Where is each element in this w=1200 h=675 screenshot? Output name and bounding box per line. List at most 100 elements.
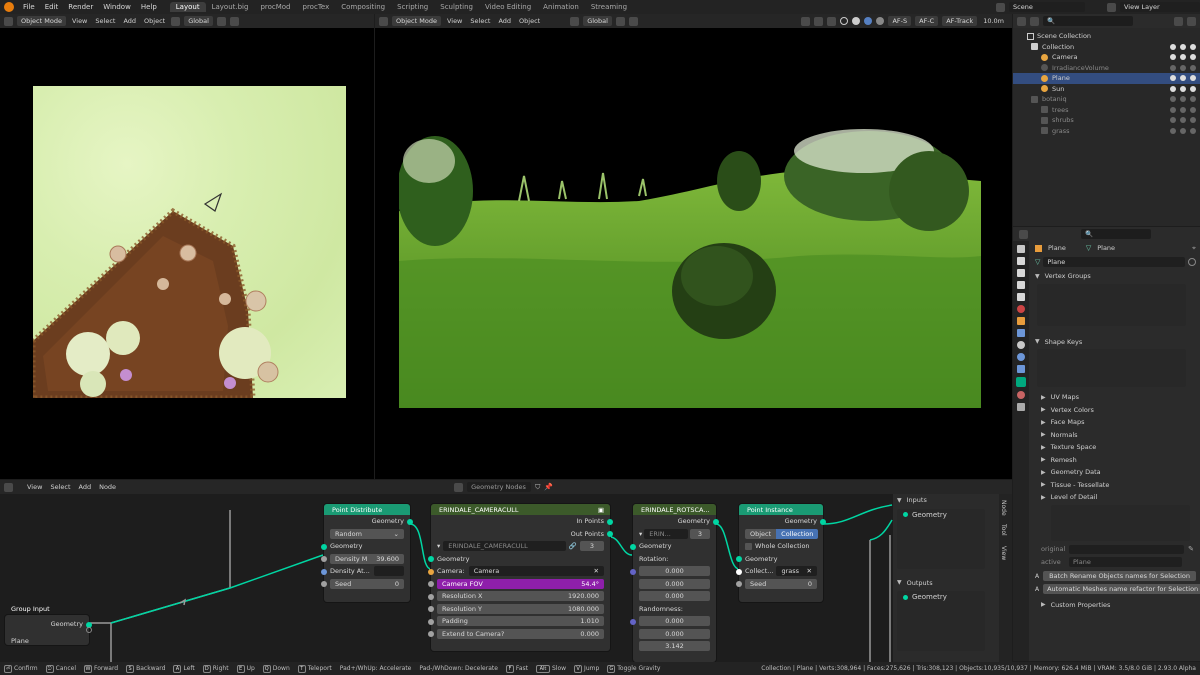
point-instance-header[interactable]: Point Instance <box>739 504 823 515</box>
socket-res-y-in[interactable] <box>428 606 434 612</box>
outliner-item[interactable]: Plane <box>1013 73 1200 84</box>
editor-type-icon[interactable] <box>1019 229 1028 239</box>
active-field[interactable]: Plane <box>1069 557 1182 567</box>
menu-file[interactable]: File <box>18 3 40 11</box>
panel-outputs[interactable]: ▼ Outputs <box>893 577 999 590</box>
lod-list[interactable] <box>1051 504 1190 541</box>
density-attribute-field[interactable] <box>373 566 404 577</box>
sidebar-tab-tool[interactable]: Tool <box>1000 524 1007 536</box>
socket-seed-in[interactable] <box>321 581 327 587</box>
menu-view[interactable]: View <box>445 17 464 25</box>
outliner-item[interactable]: grass <box>1013 126 1200 137</box>
select-toggle-icon[interactable] <box>1170 54 1176 61</box>
menu-select[interactable]: Select <box>93 17 117 25</box>
point-distribute-header[interactable]: Point Distribute <box>324 504 410 515</box>
clear-icon[interactable]: ✕ <box>594 567 599 575</box>
filter-icon[interactable] <box>1174 16 1183 26</box>
visibility-toggle-icon[interactable] <box>1180 96 1186 103</box>
visibility-toggle-icon[interactable] <box>1180 117 1186 124</box>
snap-icon[interactable] <box>615 16 625 26</box>
visibility-toggle-icon[interactable] <box>1180 54 1186 61</box>
shading-wireframe-icon[interactable] <box>840 17 849 25</box>
seed-field[interactable]: Seed 0 <box>330 578 404 589</box>
visibility-toggle-icon[interactable] <box>1180 127 1186 134</box>
panel-remesh[interactable]: ▶ Remesh <box>1031 454 1200 467</box>
outliner-item[interactable]: shrubs <box>1013 115 1200 126</box>
panel-texture-space[interactable]: ▶ Texture Space <box>1031 441 1200 454</box>
select-toggle-icon[interactable] <box>1170 117 1176 124</box>
shape-keys-list[interactable] <box>1037 349 1186 387</box>
menu-select[interactable]: Select <box>468 17 492 25</box>
new-collection-icon[interactable] <box>1187 16 1196 26</box>
af-track-button[interactable]: AF-Track <box>942 16 978 26</box>
socket-geometry-in[interactable] <box>321 543 327 550</box>
shading-material-icon[interactable] <box>864 17 873 25</box>
visibility-toggle-icon[interactable] <box>1180 85 1186 92</box>
visibility-toggle-icon[interactable] <box>1180 75 1186 82</box>
camera-fov-field[interactable]: Camera FOV 54.4° <box>437 578 604 589</box>
properties-editor[interactable]: 🔍 Plane ▽ Plane ⌖ ▽ Plane ▼ Vertex Group… <box>1013 227 1200 661</box>
seed-field[interactable]: Seed 0 <box>745 578 817 589</box>
socket-geometry-out[interactable] <box>407 518 413 525</box>
socket-padding-in[interactable] <box>428 618 434 625</box>
socket-rotation-in[interactable] <box>630 568 636 575</box>
menu-object[interactable]: Object <box>142 17 167 25</box>
rotation-y-field[interactable]: 0.000 <box>639 578 710 589</box>
socket-randomness-in[interactable] <box>630 618 636 625</box>
tab-proctex[interactable]: procTex <box>297 2 336 12</box>
select-toggle-icon[interactable] <box>1170 127 1176 134</box>
sidebar-tab-view[interactable]: View <box>1000 546 1007 560</box>
socket-res-x-in[interactable] <box>428 593 434 600</box>
mode-selector[interactable]: Object Mode <box>17 16 66 26</box>
proportional-edit-icon[interactable] <box>628 16 638 26</box>
socket-seed-in[interactable] <box>736 581 742 587</box>
randomness-x-field[interactable]: 0.000 <box>639 616 710 627</box>
panel-inputs[interactable]: ▼ Inputs <box>893 494 999 507</box>
node-tree-browse-icon[interactable]: ▾ <box>437 542 440 550</box>
distribute-mode-dropdown[interactable]: Random ⌄ <box>330 528 404 539</box>
collection-field[interactable]: grass ✕ <box>776 566 817 577</box>
camera-viewport[interactable]: Object Mode View Select Add Object Globa… <box>375 14 1012 479</box>
scene-selector[interactable]: Scene <box>1009 2 1085 12</box>
af-c-button[interactable]: AF-C <box>915 16 939 26</box>
orientation-selector[interactable]: Global <box>184 16 213 26</box>
sidebar-tab-node[interactable]: Node <box>1000 500 1007 516</box>
socket-camera-in[interactable] <box>428 568 434 575</box>
outputs-list[interactable]: Geometry <box>897 591 985 651</box>
whole-collection-checkbox[interactable] <box>745 542 752 550</box>
eyedropper-icon[interactable]: ✎ <box>1188 545 1194 553</box>
mesh-browse-icon[interactable]: ▽ <box>1035 258 1040 266</box>
socket-extend-in[interactable] <box>428 631 434 637</box>
menu-window[interactable]: Window <box>98 3 136 11</box>
render-toggle-icon[interactable] <box>1190 127 1196 134</box>
shading-rendered-icon[interactable] <box>876 17 885 25</box>
menu-help[interactable]: Help <box>136 3 162 11</box>
visibility-toggle-icon[interactable] <box>1180 64 1186 71</box>
outliner-item[interactable]: botaniq <box>1013 94 1200 105</box>
pin-icon[interactable]: ⌖ <box>1192 244 1196 253</box>
resolution-x-field[interactable]: Resolution X 1920.000 <box>437 591 604 602</box>
data-tab-icon[interactable] <box>1016 377 1026 387</box>
original-field[interactable] <box>1069 544 1185 554</box>
camera-cull-node[interactable]: ERINDALE_CAMERACULL ▣ In Points Out Poin… <box>428 504 613 651</box>
tab-animation[interactable]: Animation <box>537 2 585 12</box>
panel-shape-keys[interactable]: ▼ Shape Keys <box>1031 336 1200 349</box>
view-layer-selector[interactable]: View Layer <box>1120 2 1200 12</box>
outliner-item[interactable]: Camera <box>1013 52 1200 63</box>
camera-object-field[interactable]: Camera ✕ <box>468 566 604 577</box>
view-layer-icon[interactable] <box>1107 2 1116 12</box>
visibility-toggle-icon[interactable] <box>1180 43 1186 50</box>
inputs-geometry[interactable]: Geometry <box>912 511 947 519</box>
inputs-list[interactable]: Geometry <box>897 508 985 569</box>
panel-tissue-tessellate[interactable]: ▶ Tissue - Tessellate <box>1031 479 1200 492</box>
group-input-node[interactable]: Group Input Geometry Plane <box>5 605 92 645</box>
tab-streaming[interactable]: Streaming <box>585 2 633 12</box>
render-toggle-icon[interactable] <box>1190 64 1196 71</box>
rotscale-header[interactable]: ERINDALE_ROTSCA... <box>633 504 716 515</box>
node-editor[interactable]: View Select Add Node Geometry Nodes ⛉ 📌 … <box>0 480 1012 662</box>
panel-normals[interactable]: ▶ Normals <box>1031 429 1200 442</box>
scene-tab-icon[interactable] <box>1017 293 1025 301</box>
render-tab-icon[interactable] <box>1017 257 1025 265</box>
outliner-search-input[interactable]: 🔍 <box>1043 16 1133 26</box>
modifier-tab-icon[interactable] <box>1017 329 1025 337</box>
